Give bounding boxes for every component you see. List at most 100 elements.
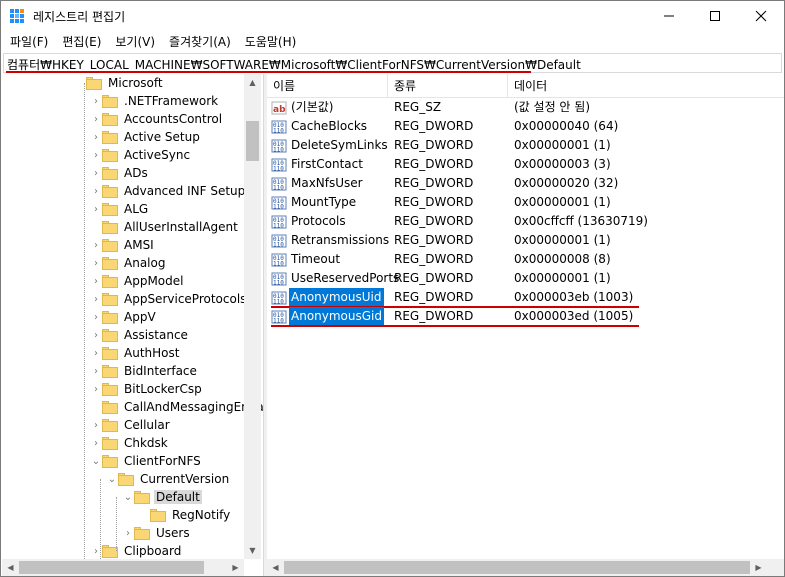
tree-node-label[interactable]: ClientForNFS — [122, 454, 203, 468]
tree-node-label[interactable]: ALG — [122, 202, 150, 216]
collapsed-chevron-icon[interactable]: › — [90, 236, 102, 254]
tree-node[interactable]: › Assistance — [90, 326, 190, 344]
tree-node[interactable]: › AppV — [90, 308, 158, 326]
values-list-pane[interactable]: 이름 종류 데이터 ab (기본값) REG_SZ (값 설정 안 됨) 010 110 C… — [267, 74, 784, 559]
tree-node[interactable]: › .NETFramework — [90, 92, 220, 110]
scroll-right-icon[interactable]: ▶ — [750, 559, 767, 576]
value-name-cell[interactable]: 010 110 Protocols — [271, 212, 348, 231]
tree-node-label[interactable]: Advanced INF Setup — [122, 184, 247, 198]
value-row[interactable]: 010 110 AnonymousGid REG_DWORD 0x000003ed (1… — [267, 307, 784, 326]
tree-node[interactable]: CallAndMessagingEnhanc — [90, 398, 264, 416]
value-name[interactable]: MaxNfsUser — [289, 174, 365, 193]
address-bar[interactable]: 컴퓨터₩HKEY_LOCAL_MACHINE₩SOFTWARE₩Microsof… — [3, 53, 782, 73]
tree-node-label[interactable]: AMSI — [122, 238, 156, 252]
collapsed-chevron-icon[interactable]: › — [90, 128, 102, 146]
tree-horizontal-scrollbar[interactable]: ◀ ▶ — [2, 559, 244, 576]
value-name-cell[interactable]: 010 110 DeleteSymLinks — [271, 136, 390, 155]
collapsed-chevron-icon[interactable]: › — [90, 362, 102, 380]
scroll-up-icon[interactable]: ▲ — [244, 74, 261, 91]
value-row[interactable]: ab (기본값) REG_SZ (값 설정 안 됨) — [267, 98, 784, 117]
value-name[interactable]: AnonymousUid — [289, 288, 384, 307]
expanded-chevron-icon[interactable]: ⌄ — [106, 470, 118, 488]
value-row[interactable]: 010 110 CacheBlocks REG_DWORD 0x00000040 (64… — [267, 117, 784, 136]
tree-node-label[interactable]: ADs — [122, 166, 150, 180]
scroll-left-icon[interactable]: ◀ — [2, 559, 19, 576]
tree-node-label[interactable]: .NETFramework — [122, 94, 220, 108]
column-header-data[interactable]: 데이터 — [508, 74, 784, 98]
tree-node-label[interactable]: AccountsControl — [122, 112, 224, 126]
tree-node-label[interactable]: BitLockerCsp — [122, 382, 204, 396]
value-name[interactable]: FirstContact — [289, 155, 365, 174]
value-row[interactable]: 010 110 Retransmissions REG_DWORD 0x00000001… — [267, 231, 784, 250]
collapsed-chevron-icon[interactable]: › — [90, 344, 102, 362]
collapsed-chevron-icon[interactable]: › — [122, 524, 134, 542]
value-name-cell[interactable]: 010 110 Retransmissions — [271, 231, 391, 250]
menu-help[interactable]: 도움말(H) — [238, 32, 304, 52]
collapsed-chevron-icon[interactable]: › — [90, 434, 102, 452]
value-name[interactable]: (기본값) — [289, 98, 335, 117]
tree-node-label[interactable]: Users — [154, 526, 192, 540]
tree-node-label[interactable]: Chkdsk — [122, 436, 170, 450]
collapsed-chevron-icon[interactable]: › — [90, 254, 102, 272]
tree-node[interactable]: › Active Setup — [90, 128, 202, 146]
tree-node[interactable]: ⌄ Default — [122, 488, 202, 506]
value-name-cell[interactable]: 010 110 UseReservedPorts — [271, 269, 401, 288]
expanded-chevron-icon[interactable]: ⌄ — [122, 488, 134, 506]
tree-node-label[interactable]: AppModel — [122, 274, 185, 288]
menu-file[interactable]: 파일(F) — [3, 32, 55, 52]
collapsed-chevron-icon[interactable]: › — [90, 416, 102, 434]
value-name[interactable]: Protocols — [289, 212, 348, 231]
tree-node-label[interactable]: CurrentVersion — [138, 472, 231, 486]
collapsed-chevron-icon[interactable]: › — [90, 164, 102, 182]
scroll-down-icon[interactable]: ▼ — [244, 542, 261, 559]
tree-node[interactable]: Microsoft — [74, 74, 165, 92]
value-name-cell[interactable]: 010 110 MaxNfsUser — [271, 174, 365, 193]
value-name[interactable]: UseReservedPorts — [289, 269, 401, 288]
tree-node[interactable]: › ALG — [90, 200, 150, 218]
tree-node-label[interactable]: Microsoft — [106, 76, 165, 90]
tree-node[interactable]: › Analog — [90, 254, 167, 272]
value-name-cell[interactable]: ab (기본값) — [271, 98, 335, 117]
value-row[interactable]: 010 110 Timeout REG_DWORD 0x00000008 (8) — [267, 250, 784, 269]
value-name-cell[interactable]: 010 110 FirstContact — [271, 155, 365, 174]
tree-node[interactable]: › AppModel — [90, 272, 185, 290]
value-name[interactable]: AnonymousGid — [289, 307, 385, 326]
tree-node[interactable]: › ADs — [90, 164, 150, 182]
scroll-right-icon[interactable]: ▶ — [227, 559, 244, 576]
tree-node-label[interactable]: ActiveSync — [122, 148, 192, 162]
tree-node-label[interactable]: AppV — [122, 310, 158, 324]
scroll-left-icon[interactable]: ◀ — [267, 559, 284, 576]
value-row[interactable]: 010 110 FirstContact REG_DWORD 0x00000003 (3… — [267, 155, 784, 174]
tree-node[interactable]: ⌄ CurrentVersion — [106, 470, 231, 488]
tree-node[interactable]: › Advanced INF Setup — [90, 182, 247, 200]
tree-node-label[interactable]: AllUserInstallAgent — [122, 220, 240, 234]
tree-node[interactable]: › AppServiceProtocols — [90, 290, 248, 308]
tree-node[interactable]: › Cellular — [90, 416, 172, 434]
tree-node[interactable]: › ActiveSync — [90, 146, 192, 164]
tree-node[interactable]: › Chkdsk — [90, 434, 170, 452]
value-name[interactable]: MountType — [289, 193, 358, 212]
collapsed-chevron-icon[interactable]: › — [90, 272, 102, 290]
collapsed-chevron-icon[interactable]: › — [90, 92, 102, 110]
tree-node[interactable]: › AMSI — [90, 236, 156, 254]
menu-favorites[interactable]: 즐겨찾기(A) — [162, 32, 238, 52]
tree-node-label[interactable]: Active Setup — [122, 130, 202, 144]
expanded-chevron-icon[interactable]: ⌄ — [90, 452, 102, 470]
collapsed-chevron-icon[interactable]: › — [90, 146, 102, 164]
maximize-button[interactable] — [692, 1, 738, 31]
tree-node-label[interactable]: Cellular — [122, 418, 172, 432]
tree-node[interactable]: ⌄ ClientForNFS — [90, 452, 203, 470]
list-horizontal-scroll-thumb[interactable] — [284, 561, 750, 574]
collapsed-chevron-icon[interactable]: › — [90, 308, 102, 326]
value-row[interactable]: 010 110 MaxNfsUser REG_DWORD 0x00000020 (32) — [267, 174, 784, 193]
menu-view[interactable]: 보기(V) — [108, 32, 162, 52]
key-tree-pane[interactable]: Microsoft › .NETFramework › AccountsControl ›… — [2, 74, 264, 559]
tree-horizontal-scroll-thumb[interactable] — [19, 561, 204, 574]
list-horizontal-scrollbar[interactable]: ◀ ▶ — [267, 559, 767, 576]
tree-node-label[interactable]: AuthHost — [122, 346, 181, 360]
minimize-button[interactable] — [646, 1, 692, 31]
tree-vertical-scroll-thumb[interactable] — [246, 121, 259, 161]
column-header-name[interactable]: 이름 — [267, 74, 388, 98]
value-row[interactable]: 010 110 Protocols REG_DWORD 0x00cffcff (1363… — [267, 212, 784, 231]
value-row[interactable]: 010 110 DeleteSymLinks REG_DWORD 0x00000001 … — [267, 136, 784, 155]
